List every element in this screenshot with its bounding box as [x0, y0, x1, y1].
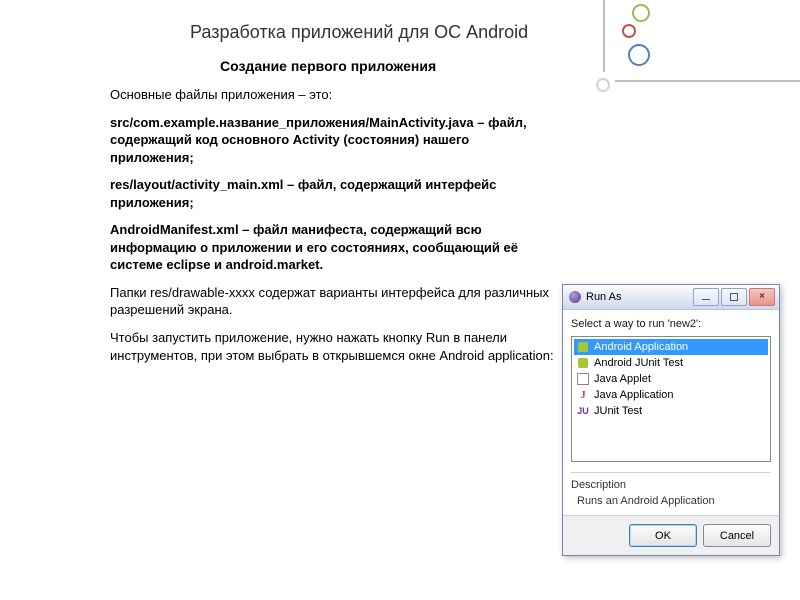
paragraph: Чтобы запустить приложение, нужно нажать… [110, 329, 570, 364]
body-text: Основные файлы приложения – это: src/com… [110, 86, 550, 374]
applet-icon [576, 372, 590, 386]
description-text: Runs an Android Application [571, 495, 771, 515]
list-item-label: Java Application [594, 389, 674, 401]
android-icon [576, 356, 590, 370]
list-item-label: Android JUnit Test [594, 357, 683, 369]
page-subtitle: Создание первого приложения [220, 58, 436, 74]
dialog-titlebar[interactable]: Run As × [563, 285, 779, 310]
page-title: Разработка приложений для ОС Android [190, 22, 528, 43]
eclipse-icon [569, 291, 581, 303]
minimize-button[interactable] [693, 288, 719, 306]
dialog-title: Run As [586, 291, 693, 303]
paragraph: Папки res/drawable-xxxx содержат вариант… [110, 284, 570, 319]
description-label: Description [571, 479, 771, 491]
paragraph: res/layout/activity_main.xml – файл, сод… [110, 176, 550, 211]
maximize-button[interactable] [721, 288, 747, 306]
android-icon [576, 340, 590, 354]
list-item[interactable]: JU JUnit Test [574, 403, 768, 419]
paragraph: src/com.example.название_приложения/Main… [110, 114, 550, 167]
list-item[interactable]: Android JUnit Test [574, 355, 768, 371]
ok-button[interactable]: OK [629, 524, 697, 547]
list-item[interactable]: J Java Application [574, 387, 768, 403]
description-section: Description Runs an Android Application [571, 472, 771, 515]
dialog-footer: OK Cancel [563, 515, 779, 555]
list-item-label: Java Applet [594, 373, 651, 385]
run-as-dialog: Run As × Select a way to run 'new2': And… [562, 284, 780, 556]
cancel-button[interactable]: Cancel [703, 524, 771, 547]
dialog-prompt: Select a way to run 'new2': [563, 310, 779, 336]
list-item[interactable]: Android Application [574, 339, 768, 355]
paragraph: Основные файлы приложения – это: [110, 86, 550, 104]
list-item[interactable]: Java Applet [574, 371, 768, 387]
close-button[interactable]: × [749, 288, 775, 306]
list-item-label: Android Application [594, 341, 688, 353]
junit-icon: JU [576, 404, 590, 418]
java-icon: J [576, 388, 590, 402]
list-item-label: JUnit Test [594, 405, 642, 417]
header-decoration [580, 0, 800, 110]
paragraph: AndroidManifest.xml – файл манифеста, со… [110, 221, 550, 274]
run-config-list[interactable]: Android Application Android JUnit Test Jav… [571, 336, 771, 462]
